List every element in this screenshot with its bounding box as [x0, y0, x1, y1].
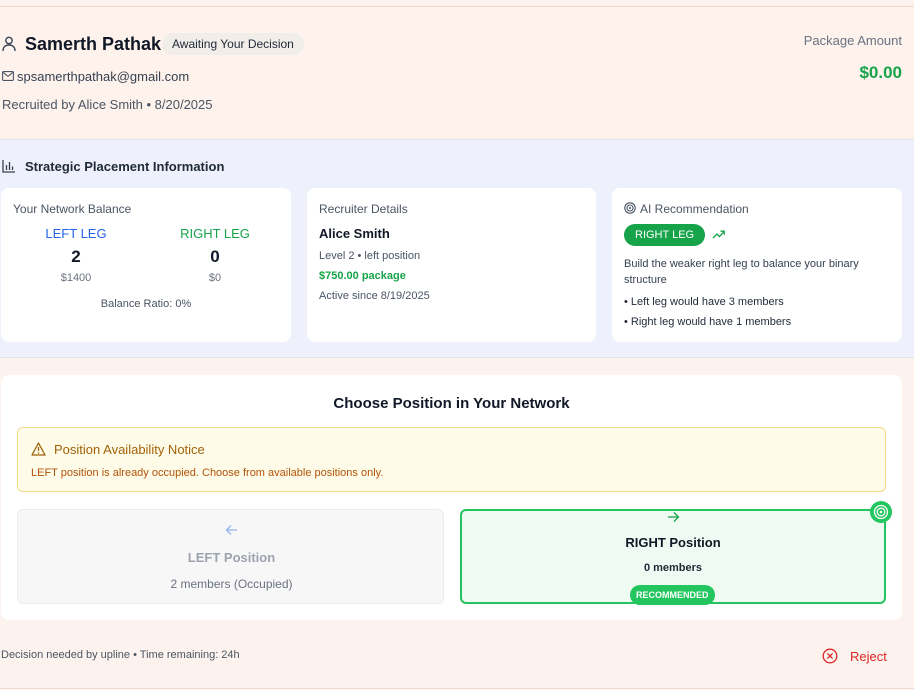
recruiter-active-since: Active since 8/19/2025 — [319, 290, 430, 302]
candidate-header: Samerth Pathak Awaiting Your Decision sp… — [0, 7, 914, 139]
notice-text: LEFT position is already occupied. Choos… — [31, 467, 384, 479]
status-badge: Awaiting Your Decision — [162, 33, 304, 55]
network-balance-card: Your Network Balance LEFT LEG 2 $1400 RI… — [1, 188, 291, 342]
bottom-divider — [0, 688, 914, 689]
left-position-title: LEFT Position — [187, 550, 276, 565]
left-position-members: 2 members (Occupied) — [170, 577, 293, 591]
right-position-title: RIGHT Position — [625, 535, 721, 550]
warning-icon — [31, 442, 46, 456]
strategic-title: Strategic Placement Information — [25, 159, 225, 174]
package-amount-label: Package Amount — [803, 33, 902, 48]
arrow-right-icon — [668, 512, 680, 522]
right-position-option[interactable]: RIGHT Position 0 members RECOMMENDED — [460, 501, 892, 605]
x-circle-icon — [822, 648, 838, 664]
network-balance-label: Your Network Balance — [13, 202, 132, 216]
user-icon — [2, 36, 16, 52]
left-leg-name: LEFT LEG — [45, 226, 107, 241]
reject-button[interactable]: Reject — [822, 645, 887, 667]
recruiter-name: Alice Smith — [319, 226, 390, 241]
ai-recommended-leg-badge: RIGHT LEG — [624, 224, 706, 246]
position-availability-notice: Position Availability Notice LEFT positi… — [17, 427, 886, 492]
recruiter-level: Level 2 • left position — [319, 250, 421, 262]
recruiter-details-label: Recruiter Details — [319, 202, 408, 216]
recruited-by-text: Recruited by Alice Smith • 8/20/2025 — [2, 97, 213, 112]
right-leg-stat: RIGHT LEG 0 $0 — [165, 226, 265, 284]
recruiter-details-card: Recruiter Details Alice Smith Level 2 • … — [307, 188, 596, 342]
ai-recommendation-description: Build the weaker right leg to balance yo… — [624, 258, 859, 286]
mail-icon — [2, 71, 14, 81]
choose-position-title: Choose Position in Your Network — [333, 395, 570, 412]
strategic-placement-section: Strategic Placement Information Your Net… — [0, 139, 914, 358]
right-leg-count: 0 — [210, 247, 220, 266]
decision-deadline-text: Decision needed by upline • Time remaini… — [1, 649, 240, 661]
reject-label: Reject — [850, 648, 887, 664]
ai-bullet: • Left leg would have 3 members — [624, 296, 784, 308]
recommended-badge: RECOMMENDED — [630, 585, 715, 605]
ai-recommendation-card: AI Recommendation RIGHT LEG Build the we… — [612, 188, 902, 342]
package-amount-value: $0.00 — [859, 63, 902, 82]
notice-title: Position Availability Notice — [54, 442, 205, 457]
arrow-left-icon — [225, 525, 237, 535]
candidate-name: Samerth Pathak — [25, 34, 162, 54]
recruiter-package: $750.00 package — [319, 270, 406, 282]
candidate-email: spsamerthpathak@gmail.com — [17, 69, 190, 84]
trending-up-icon — [712, 230, 725, 239]
choose-position-panel: Choose Position in Your Network Position… — [1, 375, 902, 620]
right-leg-amount: $0 — [208, 272, 222, 284]
left-position-option[interactable]: LEFT Position 2 members (Occupied) — [17, 509, 444, 604]
right-leg-name: RIGHT LEG — [180, 226, 250, 241]
left-leg-count: 2 — [71, 247, 81, 266]
bar-chart-icon — [2, 160, 15, 173]
target-icon — [873, 504, 889, 520]
balance-ratio: Balance Ratio: 0% — [100, 298, 192, 310]
ai-bullet: • Right leg would have 1 members — [624, 316, 792, 328]
left-leg-amount: $1400 — [60, 272, 92, 284]
selected-target-badge — [870, 501, 892, 523]
target-icon — [624, 202, 636, 214]
left-leg-stat: LEFT LEG 2 $1400 — [26, 226, 126, 284]
right-position-members: 0 members — [643, 562, 703, 574]
ai-recommendation-label: AI Recommendation — [640, 202, 749, 216]
